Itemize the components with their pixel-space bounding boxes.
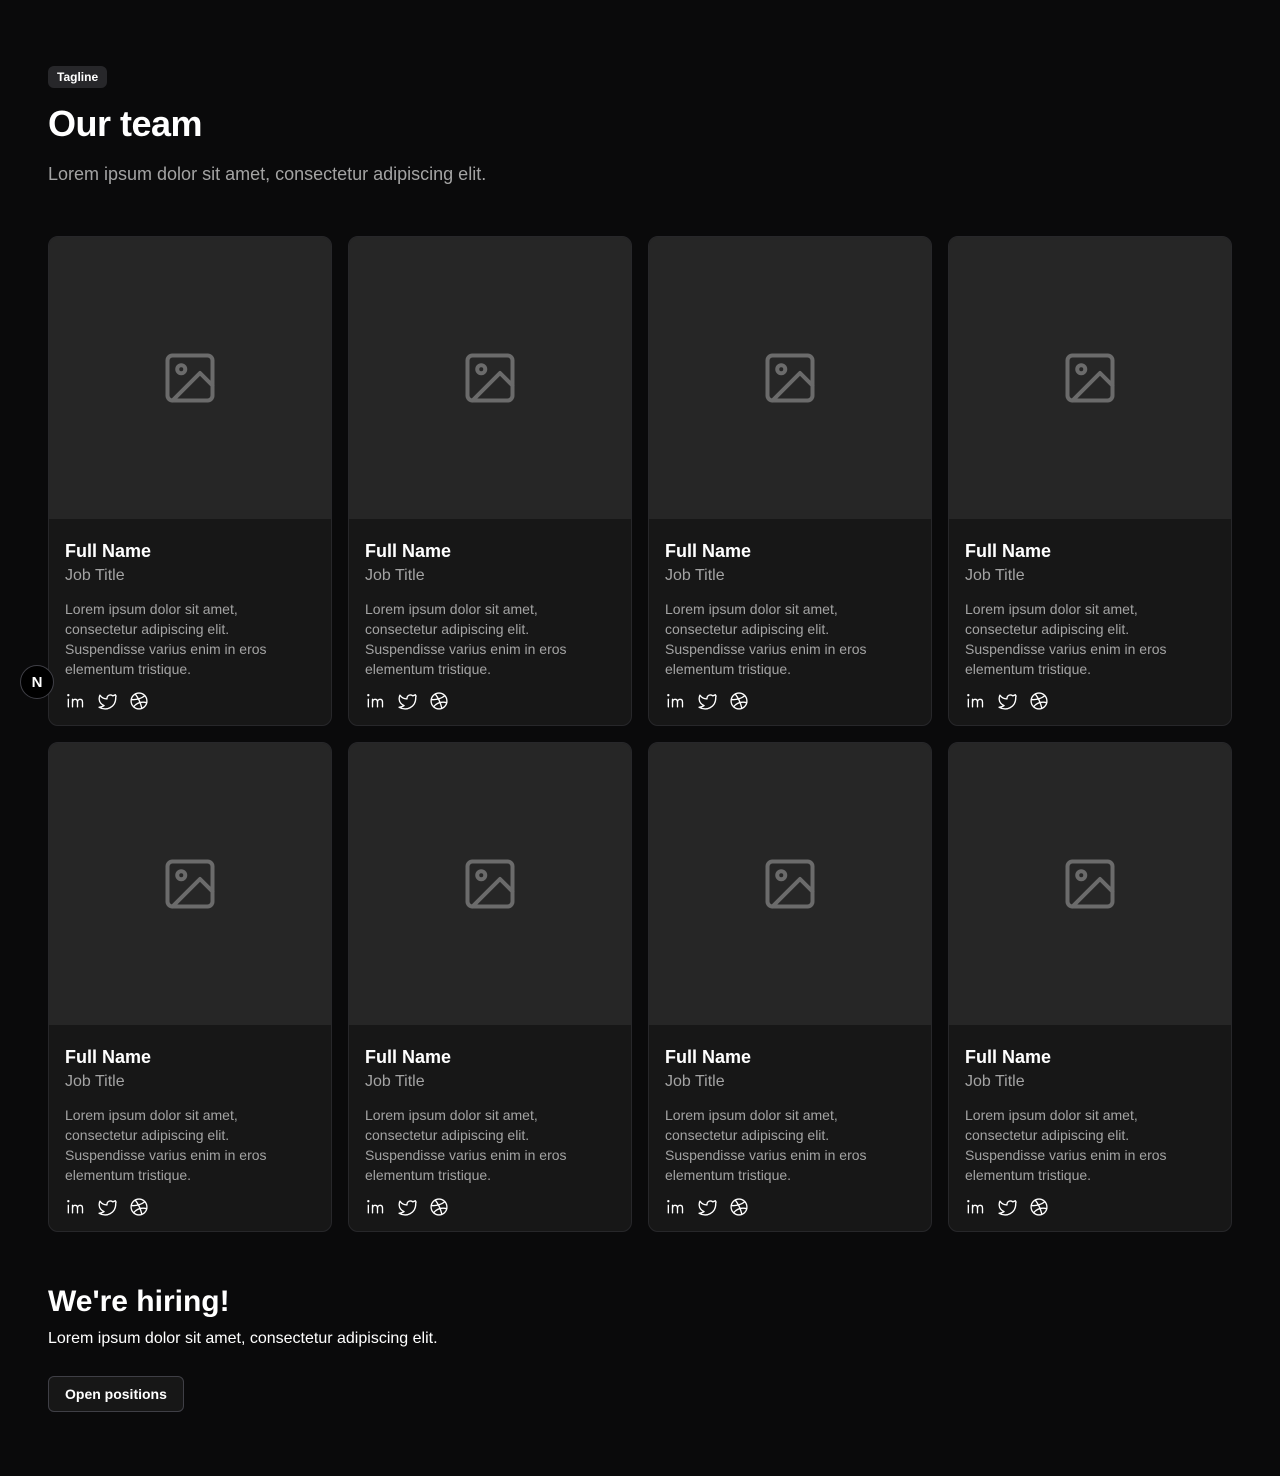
social-links bbox=[65, 1197, 149, 1217]
team-member-card: Full Name Job Title Lorem ipsum dolor sit … bbox=[48, 236, 332, 726]
social-links bbox=[365, 1197, 449, 1217]
team-member-card: Full Name Job Title Lorem ipsum dolor sit … bbox=[48, 742, 332, 1232]
twitter-icon[interactable] bbox=[397, 691, 417, 711]
image-icon bbox=[460, 854, 520, 914]
member-name: Full Name bbox=[65, 1047, 152, 1067]
team-member-card: Full Name Job Title Lorem ipsum dolor sit … bbox=[348, 742, 632, 1232]
member-job-title: Job Title bbox=[365, 567, 425, 584]
dribbble-icon[interactable] bbox=[729, 691, 749, 711]
team-member-card: Full Name Job Title Lorem ipsum dolor sit … bbox=[648, 742, 932, 1232]
dribbble-icon[interactable] bbox=[429, 1197, 449, 1217]
team-member-card: Full Name Job Title Lorem ipsum dolor sit … bbox=[948, 236, 1232, 726]
image-icon bbox=[160, 854, 220, 914]
page-subtitle: Lorem ipsum dolor sit amet, consectetur … bbox=[48, 164, 487, 184]
tagline-badge: Tagline bbox=[48, 66, 108, 88]
member-bio: Lorem ipsum dolor sit amet, consectetur … bbox=[665, 601, 867, 677]
social-links bbox=[965, 1197, 1049, 1217]
member-photo-placeholder bbox=[949, 237, 1231, 519]
image-icon bbox=[760, 348, 820, 408]
dribbble-icon[interactable] bbox=[1029, 1197, 1049, 1217]
member-bio: Lorem ipsum dolor sit amet, consectetur … bbox=[365, 601, 567, 677]
team-grid: Full Name Job Title Lorem ipsum dolor sit … bbox=[48, 236, 1232, 1232]
dribbble-icon[interactable] bbox=[729, 1197, 749, 1217]
member-name: Full Name bbox=[965, 1047, 1052, 1067]
member-job-title: Job Title bbox=[965, 1073, 1025, 1090]
member-photo-placeholder bbox=[349, 743, 631, 1025]
member-name: Full Name bbox=[365, 1047, 452, 1067]
member-bio: Lorem ipsum dolor sit amet, consectetur … bbox=[65, 601, 267, 677]
image-icon bbox=[760, 854, 820, 914]
hiring-title: We're hiring! bbox=[48, 1285, 230, 1318]
member-photo-placeholder bbox=[49, 237, 331, 519]
twitter-icon[interactable] bbox=[397, 1197, 417, 1217]
linkedin-icon[interactable] bbox=[665, 691, 685, 711]
member-photo-placeholder bbox=[949, 743, 1231, 1025]
member-photo-placeholder bbox=[349, 237, 631, 519]
social-links bbox=[665, 1197, 749, 1217]
image-icon bbox=[1060, 854, 1120, 914]
member-bio: Lorem ipsum dolor sit amet, consectetur … bbox=[65, 1107, 267, 1183]
dribbble-icon[interactable] bbox=[129, 1197, 149, 1217]
dribbble-icon[interactable] bbox=[129, 691, 149, 711]
member-name: Full Name bbox=[965, 541, 1052, 561]
team-member-card: Full Name Job Title Lorem ipsum dolor sit … bbox=[948, 742, 1232, 1232]
twitter-icon[interactable] bbox=[997, 691, 1017, 711]
member-photo-placeholder bbox=[649, 743, 931, 1025]
member-name: Full Name bbox=[665, 541, 752, 561]
open-positions-button[interactable]: Open positions bbox=[48, 1376, 184, 1412]
image-icon bbox=[1060, 348, 1120, 408]
dribbble-icon[interactable] bbox=[1029, 691, 1049, 711]
twitter-icon[interactable] bbox=[97, 691, 117, 711]
member-photo-placeholder bbox=[649, 237, 931, 519]
social-links bbox=[65, 691, 149, 711]
social-links bbox=[965, 691, 1049, 711]
member-name: Full Name bbox=[65, 541, 152, 561]
dev-tools-badge[interactable]: N bbox=[20, 665, 54, 699]
member-name: Full Name bbox=[665, 1047, 752, 1067]
twitter-icon[interactable] bbox=[997, 1197, 1017, 1217]
linkedin-icon[interactable] bbox=[65, 1197, 85, 1217]
member-bio: Lorem ipsum dolor sit amet, consectetur … bbox=[665, 1107, 867, 1183]
linkedin-icon[interactable] bbox=[365, 1197, 385, 1217]
twitter-icon[interactable] bbox=[97, 1197, 117, 1217]
hiring-text: Lorem ipsum dolor sit amet, consectetur … bbox=[48, 1330, 438, 1347]
image-icon bbox=[160, 348, 220, 408]
member-name: Full Name bbox=[365, 541, 452, 561]
member-job-title: Job Title bbox=[665, 1073, 725, 1090]
member-bio: Lorem ipsum dolor sit amet, consectetur … bbox=[965, 1107, 1167, 1183]
team-member-card: Full Name Job Title Lorem ipsum dolor sit … bbox=[648, 236, 932, 726]
member-bio: Lorem ipsum dolor sit amet, consectetur … bbox=[365, 1107, 567, 1183]
page-title: Our team bbox=[48, 103, 203, 144]
member-bio: Lorem ipsum dolor sit amet, consectetur … bbox=[965, 601, 1167, 677]
member-photo-placeholder bbox=[49, 743, 331, 1025]
linkedin-icon[interactable] bbox=[965, 691, 985, 711]
member-job-title: Job Title bbox=[665, 567, 725, 584]
linkedin-icon[interactable] bbox=[665, 1197, 685, 1217]
twitter-icon[interactable] bbox=[697, 691, 717, 711]
twitter-icon[interactable] bbox=[697, 1197, 717, 1217]
linkedin-icon[interactable] bbox=[965, 1197, 985, 1217]
social-links bbox=[665, 691, 749, 711]
member-job-title: Job Title bbox=[65, 1073, 125, 1090]
linkedin-icon[interactable] bbox=[65, 691, 85, 711]
member-job-title: Job Title bbox=[65, 567, 125, 584]
member-job-title: Job Title bbox=[365, 1073, 425, 1090]
image-icon bbox=[460, 348, 520, 408]
linkedin-icon[interactable] bbox=[365, 691, 385, 711]
social-links bbox=[365, 691, 449, 711]
member-job-title: Job Title bbox=[965, 567, 1025, 584]
dribbble-icon[interactable] bbox=[429, 691, 449, 711]
team-member-card: Full Name Job Title Lorem ipsum dolor sit … bbox=[348, 236, 632, 726]
